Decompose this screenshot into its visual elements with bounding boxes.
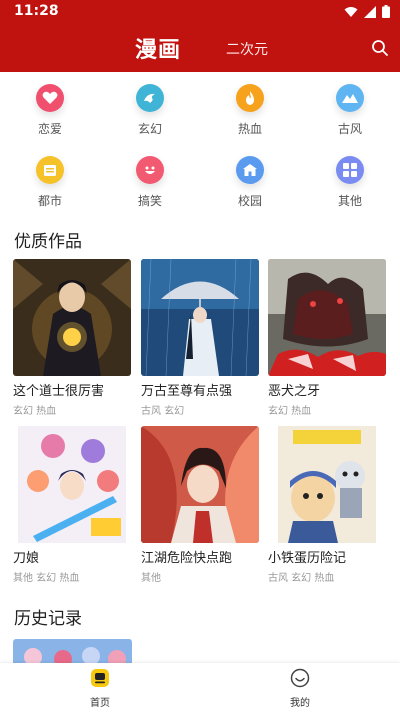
comic-tags: 玄幻 热血 xyxy=(268,406,312,417)
comic-tags: 玄幻 热血 xyxy=(13,406,57,417)
comic-title: 万古至尊有点强 xyxy=(141,384,233,399)
comic-card[interactable]: 万古至尊有点强 古风 玄幻 xyxy=(141,259,259,417)
bottom-nav: 首页 我的 xyxy=(0,663,400,712)
status-time: 11:28 xyxy=(14,3,59,19)
signal-icon xyxy=(364,5,376,18)
profile-face-icon xyxy=(290,668,310,688)
comic-card[interactable]: 小铁蛋历险记 古风 玄幻 热血 xyxy=(268,426,386,584)
mountain-icon xyxy=(336,84,364,112)
school-icon xyxy=(236,156,264,184)
comic-card[interactable]: 刀娘 其他 玄幻 热血 xyxy=(13,426,131,584)
comic-cover xyxy=(13,426,131,543)
flame-icon xyxy=(236,84,264,112)
laugh-icon xyxy=(136,156,164,184)
category-label: 搞笑 xyxy=(137,194,162,208)
category-campus[interactable]: 校园 xyxy=(210,156,290,209)
comic-title: 这个道士很厉害 xyxy=(13,384,105,399)
category-comedy[interactable]: 搞笑 xyxy=(110,156,190,209)
comic-title: 刀娘 xyxy=(13,551,40,566)
comic-title: 小铁蛋历险记 xyxy=(268,551,347,566)
category-label: 玄幻 xyxy=(137,122,162,136)
category-label: 恋爱 xyxy=(37,122,62,136)
comic-cover xyxy=(141,426,259,543)
app-header: 漫画 二次元 xyxy=(0,24,400,72)
comic-card[interactable]: 江湖危险快点跑 其他 xyxy=(141,426,259,584)
category-action[interactable]: 热血 xyxy=(210,84,290,137)
status-icons xyxy=(344,5,390,18)
featured-section-title: 优质作品 xyxy=(14,232,82,252)
category-label: 古风 xyxy=(337,122,362,136)
comic-title: 江湖危险快点跑 xyxy=(141,551,233,566)
category-romance[interactable]: 恋爱 xyxy=(10,84,90,137)
history-comic-cover[interactable] xyxy=(13,639,132,665)
nav-home-label: 首页 xyxy=(90,698,110,709)
comic-title: 恶犬之牙 xyxy=(268,384,321,399)
comic-tags: 其他 xyxy=(141,573,161,584)
status-bar: 11:28 xyxy=(0,0,400,24)
category-fantasy[interactable]: 玄幻 xyxy=(110,84,190,137)
category-label: 其他 xyxy=(337,194,362,208)
category-label: 校园 xyxy=(237,194,262,208)
comic-tags: 其他 玄幻 热血 xyxy=(13,573,80,584)
nav-mine-label: 我的 xyxy=(290,698,310,709)
nav-mine[interactable]: 我的 xyxy=(260,668,340,709)
category-grid: 恋爱 玄幻 热血 古风 都市 搞笑 校园 其他 xyxy=(0,80,400,220)
comic-tags: 古风 玄幻 热血 xyxy=(268,573,335,584)
comic-cover xyxy=(268,259,386,376)
category-label: 都市 xyxy=(37,194,62,208)
category-label: 热血 xyxy=(237,122,262,136)
comic-tags: 古风 玄幻 xyxy=(141,406,185,417)
comic-cover xyxy=(13,259,131,376)
comic-card[interactable]: 恶犬之牙 玄幻 热血 xyxy=(268,259,386,417)
search-icon[interactable] xyxy=(370,38,390,58)
wifi-icon xyxy=(344,6,358,17)
category-urban[interactable]: 都市 xyxy=(10,156,90,209)
grid-icon xyxy=(336,156,364,184)
comic-cover xyxy=(141,259,259,376)
home-icon xyxy=(91,669,109,687)
city-icon xyxy=(36,156,64,184)
history-section-title: 历史记录 xyxy=(14,609,82,629)
category-other[interactable]: 其他 xyxy=(310,156,390,209)
dragon-icon xyxy=(136,84,164,112)
nav-home[interactable]: 首页 xyxy=(60,668,140,709)
battery-icon xyxy=(382,5,390,18)
tab-erciyuan[interactable]: 二次元 xyxy=(226,39,268,59)
comic-card[interactable]: 这个道士很厉害 玄幻 热血 xyxy=(13,259,131,417)
heart-icon xyxy=(36,84,64,112)
category-ancient[interactable]: 古风 xyxy=(310,84,390,137)
app-title: 漫画 xyxy=(134,38,181,63)
comic-cover xyxy=(268,426,386,543)
